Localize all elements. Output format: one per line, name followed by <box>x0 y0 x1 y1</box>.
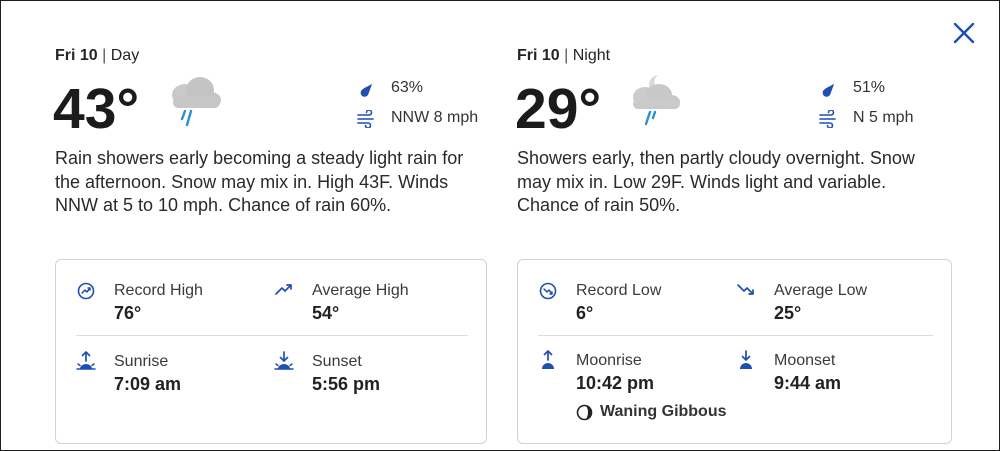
record-high-value: 76° <box>114 303 142 323</box>
record-low-icon <box>539 282 557 300</box>
trend-up-icon <box>275 284 292 295</box>
night-date: Fri 10 <box>517 47 560 64</box>
record-high-icon <box>77 282 95 300</box>
card-divider <box>538 335 933 336</box>
wind-icon <box>819 110 836 128</box>
day-temperature: 43° <box>53 77 140 141</box>
date-separator: | <box>564 47 569 64</box>
waning-gibbous-icon <box>576 404 593 421</box>
card-divider <box>76 335 468 336</box>
night-details-card: Record Low 6° Average Low 25° Moonrise 1… <box>517 259 952 444</box>
wind-icon <box>357 110 374 128</box>
wind-value: N 5 mph <box>853 109 914 126</box>
night-date-line: Fri 10 | Night <box>517 47 610 65</box>
day-period: Day <box>110 47 140 64</box>
wind-value: NNW 8 mph <box>391 109 479 126</box>
average-high-label: Average High <box>312 282 409 299</box>
precip-row: 51% <box>819 77 959 107</box>
moonset-icon <box>740 350 752 369</box>
sunrise-label: Sunrise <box>114 353 169 370</box>
moonrise-label: Moonrise <box>576 352 642 369</box>
moonset-label: Moonset <box>774 352 836 369</box>
raindrop-icon <box>360 83 373 97</box>
rain-showers-cloud-icon <box>172 77 221 127</box>
sunrise-value: 7:09 am <box>114 374 182 394</box>
day-description: Rain showers early becoming a steady lig… <box>55 148 464 215</box>
day-stats: 63% NNW 8 mph <box>357 77 497 137</box>
date-separator: | <box>102 47 107 64</box>
sunset-value: 5:56 pm <box>312 374 381 394</box>
average-high-value: 54° <box>312 303 340 323</box>
precip-value: 63% <box>391 79 424 96</box>
day-details-card: Record High 76° Average High 54° Sunrise… <box>55 259 487 444</box>
average-low-value: 25° <box>774 303 802 323</box>
night-stats: 51% N 5 mph <box>819 77 959 137</box>
moonrise-icon <box>542 350 554 369</box>
trend-down-icon <box>737 284 754 295</box>
weather-details-panel: Fri 10 | Day 43° 63% NNW 8 mph Rain show… <box>0 0 1000 451</box>
night-showers-cloud-icon <box>633 73 680 126</box>
wind-row: NNW 8 mph <box>357 107 497 137</box>
day-date-line: Fri 10 | Day <box>55 47 139 65</box>
sunset-icon <box>274 351 294 370</box>
close-icon <box>953 22 975 44</box>
close-button[interactable] <box>950 19 978 47</box>
record-low-value: 6° <box>576 303 594 323</box>
wind-row: N 5 mph <box>819 107 959 137</box>
moon-phase-label: Waning Gibbous <box>600 403 727 420</box>
sunrise-icon <box>76 351 96 370</box>
night-description: Showers early, then partly cloudy overni… <box>517 148 915 215</box>
raindrop-icon <box>822 83 835 97</box>
night-period: Night <box>572 47 611 64</box>
moonrise-value: 10:42 pm <box>576 373 655 393</box>
sunset-label: Sunset <box>312 353 362 370</box>
record-high-label: Record High <box>114 282 203 299</box>
record-low-label: Record Low <box>576 282 662 299</box>
precip-row: 63% <box>357 77 497 107</box>
average-low-label: Average Low <box>774 282 868 299</box>
moonset-value: 9:44 am <box>774 373 842 393</box>
night-temperature: 29° <box>515 77 602 141</box>
precip-value: 51% <box>853 79 886 96</box>
day-date: Fri 10 <box>55 47 98 64</box>
